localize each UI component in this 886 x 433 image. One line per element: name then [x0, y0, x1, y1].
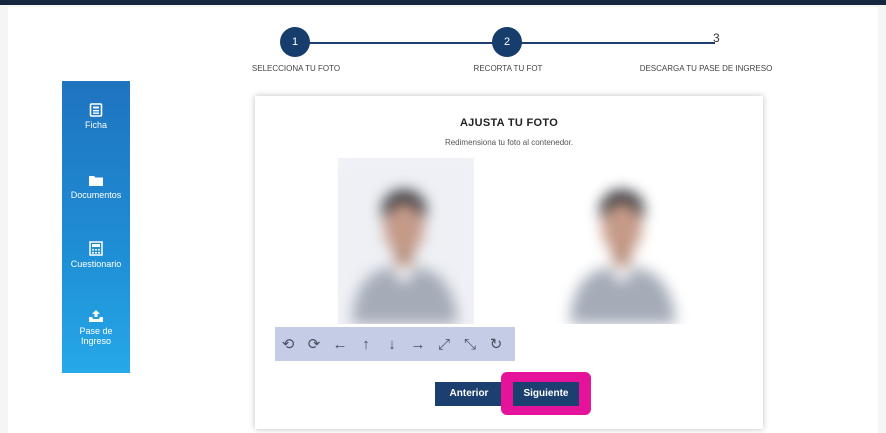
rotate-right-icon[interactable]: ⟳: [301, 327, 327, 361]
step-connector-2: [510, 42, 715, 44]
card-title: AJUSTA TU FOTO: [459, 117, 559, 129]
next-button[interactable]: Siguiente: [513, 382, 579, 406]
person-photo-preview: [556, 158, 692, 324]
step-2-circle: 2: [492, 27, 522, 57]
sidebar-item-label: Documentos: [70, 190, 122, 200]
image-toolbar: ⟲ ⟳ ← ↑ ↓ → ⤢ ⤡ ↻: [275, 327, 515, 361]
sidebar-item-label: Cuestionario: [70, 259, 122, 269]
upload-tray-icon: [89, 310, 103, 322]
sidebar-item-documentos[interactable]: Documentos: [62, 174, 130, 200]
arrow-down-icon[interactable]: ↓: [379, 327, 405, 361]
sidebar-item-label: Ficha: [84, 120, 107, 130]
step-3-label: DESCARGA TU PASE DE INGRESO: [639, 64, 773, 73]
card-subtitle: Redimensiona tu foto al contenedor.: [444, 138, 574, 147]
reset-icon[interactable]: ↻: [483, 327, 509, 361]
folder-icon: [89, 176, 103, 186]
zoom-in-icon[interactable]: ⤢: [431, 327, 457, 361]
zoom-out-icon[interactable]: ⤡: [457, 327, 483, 361]
sidebar-item-label: Pase de Ingreso: [79, 326, 113, 346]
photo-adjust-card: AJUSTA TU FOTO Redimensiona tu foto al c…: [255, 96, 763, 429]
arrow-up-icon[interactable]: ↑: [353, 327, 379, 361]
previous-button[interactable]: Anterior: [435, 382, 503, 406]
step-1-label: SELECCIONA TU FOTO: [251, 64, 341, 73]
calculator-icon: [89, 241, 103, 256]
sidebar-item-pase-de-ingreso[interactable]: Pase de Ingreso: [62, 309, 130, 346]
sidebar-item-ficha[interactable]: Ficha: [62, 103, 130, 130]
id-card-icon: [89, 103, 103, 117]
sidebar: Ficha Documentos Cuestionario Pase de In…: [62, 81, 130, 373]
rotate-left-icon[interactable]: ⟲: [275, 327, 301, 361]
top-bar: [0, 0, 886, 5]
person-photo: [338, 158, 474, 324]
step-1-circle: 1: [280, 27, 310, 57]
crop-area[interactable]: [338, 158, 474, 324]
step-connector-1: [295, 42, 510, 44]
sidebar-item-cuestionario[interactable]: Cuestionario: [62, 241, 130, 269]
arrow-left-icon[interactable]: ←: [327, 327, 353, 361]
step-3-number: 3: [713, 31, 720, 45]
arrow-right-icon[interactable]: →: [405, 327, 431, 361]
photo-preview: [556, 158, 692, 324]
step-2-label: RECORTA TU FOT: [473, 64, 543, 73]
